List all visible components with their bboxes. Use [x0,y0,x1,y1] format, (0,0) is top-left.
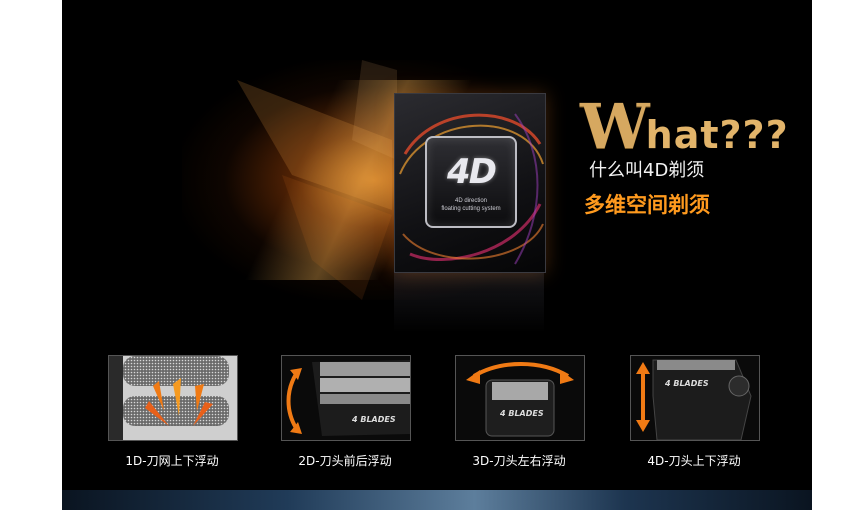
feature-2d-label: 2D-刀头前后浮动 [298,454,392,468]
blade-text: 4 BLADES [499,409,544,418]
feature-1d-label: 1D-刀网上下浮动 [125,454,219,468]
box-subtitle-1: 4D direction [454,198,487,204]
banner-stage: 4D 4D direction floating cutting system … [62,0,812,510]
feature-2d-image: 4 BLADES [281,355,411,441]
headline-tagline: 多维空间剃须 [584,193,710,217]
box-reflection [394,273,544,333]
feature-4d-image: 4 BLADES [630,355,760,441]
headline-w: W [580,90,650,163]
feature-3d-image: 4 BLADES [455,355,585,441]
blade-text: 4 BLADES [351,415,396,424]
bottom-texture [62,490,812,510]
feature-4d-label: 4D-刀头上下浮动 [647,454,741,468]
box-logo-text: 4D [447,152,497,192]
headline-rest: hat??? [645,113,789,157]
box-subtitle-2: floating cutting system [441,206,501,212]
headline-what: What??? [580,96,789,158]
box-emblem: 4D 4D direction floating cutting system [425,136,517,228]
feature-1d-image [108,355,238,441]
product-box-4d: 4D 4D direction floating cutting system [394,93,546,273]
feature-3d-label: 3D-刀头左右浮动 [472,454,566,468]
blade-text: 4 BLADES [664,379,709,388]
headline-subtitle: 什么叫4D剃须 [589,160,705,181]
